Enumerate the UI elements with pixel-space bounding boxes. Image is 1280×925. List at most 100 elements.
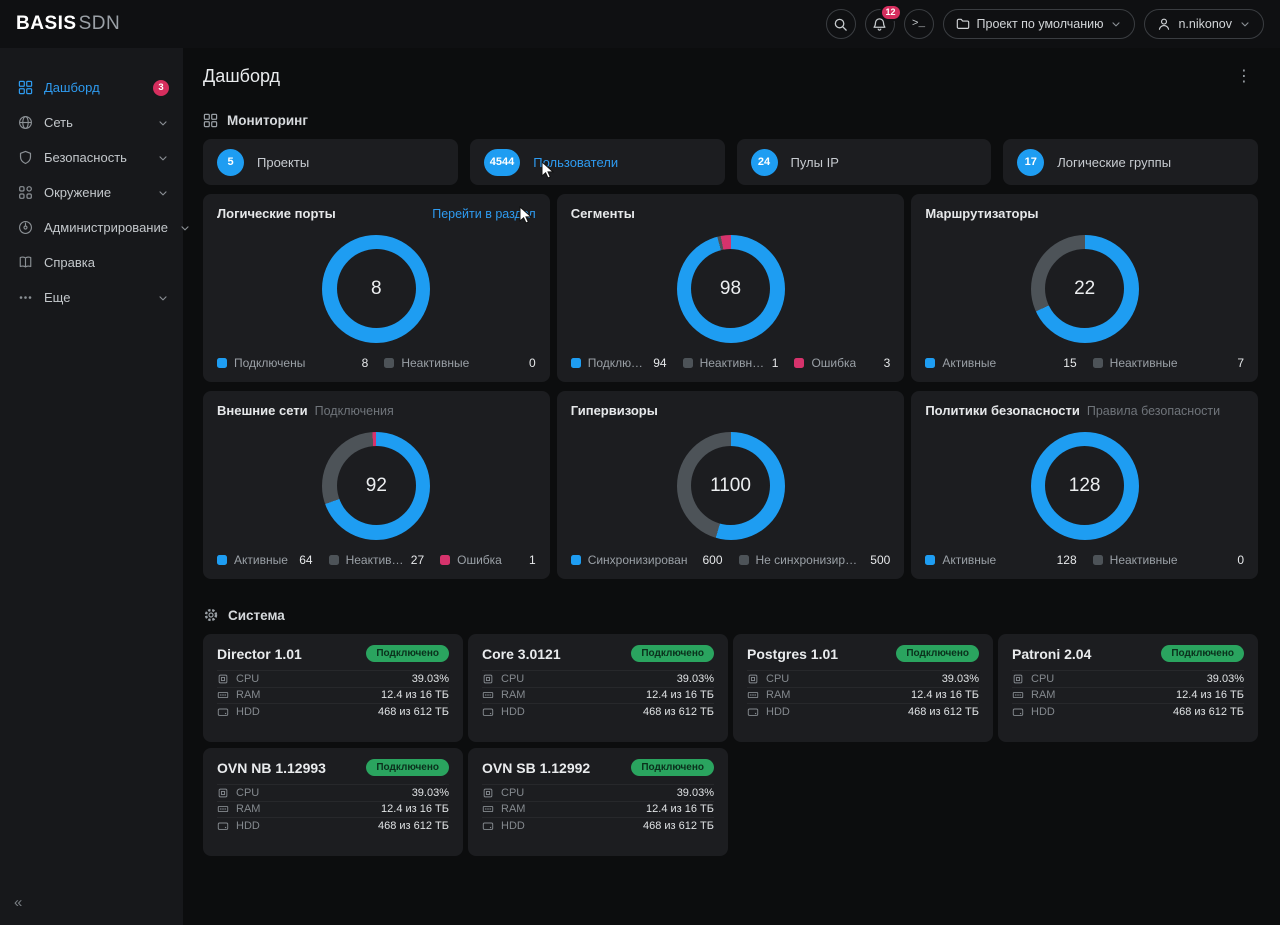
server-card-postgres: Postgres 1.01 Подключено CPU 39.03% RAM …: [733, 634, 993, 742]
status-badge: Подключено: [366, 645, 449, 662]
stat-count-badge: 5: [217, 149, 244, 176]
chevron-down-icon: [157, 117, 169, 129]
card-title: Гипервизоры: [571, 403, 658, 418]
chart-legend: Активные 128 Неактивные 0: [925, 553, 1244, 567]
sidebar-collapse-button[interactable]: «: [10, 890, 26, 915]
apps-grid-icon: [18, 185, 33, 200]
user-menu[interactable]: n.nikonov: [1144, 9, 1264, 39]
metric-value: 468 из 612 ТБ: [1173, 706, 1244, 718]
sidebar-item-more[interactable]: Еще: [0, 280, 183, 315]
cpu-icon: [482, 673, 494, 685]
legend-swatch: [571, 555, 581, 565]
stat-card-projects[interactable]: 5 Проекты: [203, 139, 458, 185]
stat-card-users[interactable]: 4544 Пользователи: [470, 139, 725, 185]
cpu-icon: [217, 787, 229, 799]
legend-value: 128: [1057, 553, 1077, 567]
metric-label: CPU: [1031, 673, 1054, 685]
metric-value: 12.4 из 16 ТБ: [646, 803, 714, 815]
legend-swatch: [925, 555, 935, 565]
metric-row-hdd: HDD 468 из 612 ТБ: [1012, 703, 1244, 720]
terminal-button[interactable]: >_: [904, 9, 934, 39]
donut-card-logical-ports: Логические порты Перейти в раздел 8 Подк…: [203, 194, 550, 382]
sidebar-item-label: Сеть: [44, 115, 73, 130]
metric-row-hdd: HDD 468 из 612 ТБ: [217, 703, 449, 720]
kebab-menu-icon[interactable]: ⋮: [1230, 69, 1258, 85]
legend-item: Неактивные 27: [329, 553, 425, 567]
server-card-director: Director 1.01 Подключено CPU 39.03% RAM …: [203, 634, 463, 742]
donut-center-value: 8: [371, 278, 382, 300]
project-selector[interactable]: Проект по умолчанию: [943, 9, 1136, 39]
legend-item: Ошибка 1: [440, 553, 536, 567]
metric-row-ram: RAM 12.4 из 16 ТБ: [482, 801, 714, 818]
legend-label: Ошибка: [457, 553, 502, 567]
book-icon: [18, 255, 33, 270]
status-badge: Подключено: [366, 759, 449, 776]
status-badge: Подключено: [631, 645, 714, 662]
legend-label: Неактивные: [700, 356, 765, 370]
status-badge: Подключено: [1161, 645, 1244, 662]
metric-row-hdd: HDD 468 из 612 ТБ: [482, 817, 714, 834]
metric-value: 468 из 612 ТБ: [643, 706, 714, 718]
legend-label: Активные: [942, 553, 996, 567]
server-card-ovn-sb: OVN SB 1.12992 Подключено CPU 39.03% RAM…: [468, 748, 728, 856]
notifications-button[interactable]: 12: [865, 9, 895, 39]
hdd-icon: [747, 706, 759, 718]
legend-value: 94: [653, 356, 666, 370]
sidebar-item-dashboard[interactable]: Дашборд 3: [0, 70, 183, 105]
legend-value: 1: [529, 553, 536, 567]
gear-icon: [203, 607, 219, 623]
donut-chart: 92: [322, 432, 430, 540]
donut-card-segments: Сегменты 98 Подключены 94 Неактивные 1: [557, 194, 905, 382]
metric-label: RAM: [766, 689, 790, 701]
hdd-icon: [1012, 706, 1024, 718]
metric-row-cpu: CPU 39.03%: [1012, 670, 1244, 687]
metric-row-hdd: HDD 468 из 612 ТБ: [482, 703, 714, 720]
donut-chart: 22: [1031, 235, 1139, 343]
metric-label: RAM: [236, 689, 260, 701]
legend-item: Неактивные 0: [384, 356, 535, 370]
cpu-icon: [482, 787, 494, 799]
logo-primary: BASIS: [16, 13, 77, 35]
server-card-ovn-nb: OVN NB 1.12993 Подключено CPU 39.03% RAM…: [203, 748, 463, 856]
dashboard-icon: [18, 80, 33, 95]
chart-legend: Подключены 94 Неактивные 1 Ошибка 3: [571, 356, 891, 370]
donut-center-value: 92: [366, 475, 387, 497]
legend-item: Подключены 8: [217, 356, 368, 370]
chevron-down-icon: [1110, 18, 1122, 30]
stat-card-logical-groups[interactable]: 17 Логические группы: [1003, 139, 1258, 185]
sidebar-item-security[interactable]: Безопасность: [0, 140, 183, 175]
sidebar-item-network[interactable]: Сеть: [0, 105, 183, 140]
server-name: Core 3.0121: [482, 646, 561, 662]
stat-count-badge: 24: [751, 149, 778, 176]
search-button[interactable]: [826, 9, 856, 39]
sidebar-item-help[interactable]: Справка: [0, 245, 183, 280]
metric-row-cpu: CPU 39.03%: [482, 670, 714, 687]
legend-item: Активные 128: [925, 553, 1076, 567]
sidebar-item-label: Справка: [44, 255, 95, 270]
metric-label: CPU: [501, 787, 524, 799]
legend-label: Неактивные: [346, 553, 404, 567]
go-to-section-link[interactable]: Перейти в раздел: [432, 207, 535, 221]
user-icon: [1157, 17, 1171, 31]
metric-label: RAM: [501, 803, 525, 815]
app-logo: BASISSDN: [16, 13, 120, 35]
stat-card-ip-pools[interactable]: 24 Пулы IP: [737, 139, 992, 185]
metric-label: HDD: [501, 820, 525, 832]
logo-secondary: SDN: [79, 13, 121, 35]
search-icon: [833, 17, 848, 32]
grid-icon: [203, 113, 218, 128]
legend-swatch: [217, 555, 227, 565]
metric-label: CPU: [501, 673, 524, 685]
donut-center-value: 1100: [710, 475, 751, 497]
ram-icon: [747, 689, 759, 701]
ram-icon: [217, 803, 229, 815]
legend-value: 64: [299, 553, 312, 567]
legend-swatch: [683, 358, 693, 368]
hdd-icon: [482, 706, 494, 718]
page-title: Дашборд: [203, 66, 280, 87]
system-section-header: Система: [203, 607, 1258, 623]
sidebar-item-environment[interactable]: Окружение: [0, 175, 183, 210]
topbar-actions: 12 >_ Проект по умолчанию n.nikonov: [826, 9, 1264, 39]
card-subtitle: Подключения: [315, 404, 394, 418]
sidebar-item-administration[interactable]: Администрирование: [0, 210, 183, 245]
